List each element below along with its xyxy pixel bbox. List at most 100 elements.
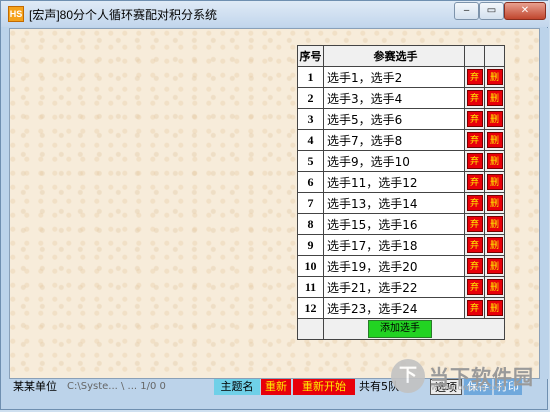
forfeit-button[interactable]: 弃 bbox=[466, 300, 483, 316]
delete-button[interactable]: 删 bbox=[486, 69, 503, 85]
minimize-button[interactable]: ‒ bbox=[454, 2, 479, 20]
row-players[interactable]: 选手5，选手6 bbox=[323, 108, 465, 130]
delete-button[interactable]: 删 bbox=[486, 258, 503, 274]
delete-button[interactable]: 删 bbox=[486, 90, 503, 106]
forfeit-button[interactable]: 弃 bbox=[466, 111, 483, 127]
forfeit-button[interactable]: 弃 bbox=[466, 153, 483, 169]
column-header-forfeit bbox=[464, 45, 485, 67]
row-players[interactable]: 选手11，选手12 bbox=[323, 171, 465, 193]
row-players[interactable]: 选手21，选手22 bbox=[323, 276, 465, 298]
close-button[interactable]: ✕ bbox=[504, 2, 546, 20]
forfeit-button[interactable]: 弃 bbox=[466, 69, 483, 85]
column-header-number: 序号 bbox=[297, 45, 324, 67]
table-row: 1 选手1，选手2 弃删 bbox=[297, 66, 505, 88]
maximize-button[interactable]: ▭ bbox=[479, 2, 504, 20]
delete-cell: 删 bbox=[484, 213, 505, 235]
forfeit-button[interactable]: 弃 bbox=[466, 258, 483, 274]
table-row: 10 选手19，选手20 弃删 bbox=[297, 255, 505, 277]
players-table: 序号 参赛选手 1 选手1，选手2 弃删 2 选手3，选手4 弃删 3 选手5，选手6 弃删 4 选… bbox=[297, 45, 505, 340]
delete-cell: 删 bbox=[484, 297, 505, 319]
row-number: 12 bbox=[297, 297, 324, 319]
delete-button[interactable]: 删 bbox=[486, 300, 503, 316]
right-edge bbox=[541, 28, 549, 379]
table-row: 11 选手21，选手22 弃删 bbox=[297, 276, 505, 298]
table-row: 3 选手5，选手6 弃删 bbox=[297, 108, 505, 130]
delete-button[interactable]: 删 bbox=[486, 174, 503, 190]
row-players[interactable]: 选手1，选手2 bbox=[323, 66, 465, 88]
forfeit-button[interactable]: 弃 bbox=[466, 132, 483, 148]
row-players[interactable]: 选手9，选手10 bbox=[323, 150, 465, 172]
delete-button[interactable]: 删 bbox=[486, 132, 503, 148]
delete-cell: 删 bbox=[484, 87, 505, 109]
row-players[interactable]: 选手3，选手4 bbox=[323, 87, 465, 109]
row-players[interactable]: 选手15，选手16 bbox=[323, 213, 465, 235]
forfeit-cell: 弃 bbox=[464, 213, 485, 235]
file-path: C:\Syste... \ ... 1/0 0 bbox=[67, 381, 166, 392]
row-number: 2 bbox=[297, 87, 324, 109]
forfeit-button[interactable]: 弃 bbox=[466, 195, 483, 211]
add-row-cell: 添加选手 bbox=[323, 318, 505, 340]
row-number: 11 bbox=[297, 276, 324, 298]
row-players[interactable]: 选手17，选手18 bbox=[323, 234, 465, 256]
table-row: 4 选手7，选手8 弃删 bbox=[297, 129, 505, 151]
table-row: 8 选手15，选手16 弃删 bbox=[297, 213, 505, 235]
row-players[interactable]: 选手13，选手14 bbox=[323, 192, 465, 214]
forfeit-button[interactable]: 弃 bbox=[466, 216, 483, 232]
forfeit-cell: 弃 bbox=[464, 108, 485, 130]
delete-button[interactable]: 删 bbox=[486, 279, 503, 295]
reset-button[interactable]: 重新 bbox=[261, 379, 291, 395]
forfeit-cell: 弃 bbox=[464, 150, 485, 172]
forfeit-cell: 弃 bbox=[464, 129, 485, 151]
watermark-url: www.downxia.com bbox=[431, 383, 506, 392]
restart-button[interactable]: 重新开始 bbox=[293, 379, 355, 395]
row-players[interactable]: 选手23，选手24 bbox=[323, 297, 465, 319]
delete-button[interactable]: 删 bbox=[486, 216, 503, 232]
delete-cell: 删 bbox=[484, 171, 505, 193]
app-window: HS [宏声]80分个人循环赛配对积分系统 ‒ ▭ ✕ 序号 参赛选手 1 选手1… bbox=[0, 0, 549, 410]
forfeit-button[interactable]: 弃 bbox=[466, 279, 483, 295]
delete-cell: 删 bbox=[484, 192, 505, 214]
watermark-logo-icon: 下 bbox=[391, 359, 425, 393]
table-row: 7 选手13，选手14 弃删 bbox=[297, 192, 505, 214]
column-header-delete bbox=[484, 45, 505, 67]
delete-cell: 删 bbox=[484, 108, 505, 130]
delete-cell: 删 bbox=[484, 276, 505, 298]
row-players[interactable]: 选手7，选手8 bbox=[323, 129, 465, 151]
forfeit-cell: 弃 bbox=[464, 297, 485, 319]
forfeit-cell: 弃 bbox=[464, 66, 485, 88]
table-row: 6 选手11，选手12 弃删 bbox=[297, 171, 505, 193]
delete-button[interactable]: 删 bbox=[486, 195, 503, 211]
column-header-players: 参赛选手 bbox=[323, 45, 465, 67]
delete-cell: 删 bbox=[484, 66, 505, 88]
unit-name: 某某单位 bbox=[13, 380, 57, 393]
forfeit-cell: 弃 bbox=[464, 87, 485, 109]
table-row: 5 选手9，选手10 弃删 bbox=[297, 150, 505, 172]
row-number: 3 bbox=[297, 108, 324, 130]
title-bar[interactable]: HS [宏声]80分个人循环赛配对积分系统 ‒ ▭ ✕ bbox=[1, 1, 549, 27]
delete-button[interactable]: 删 bbox=[486, 153, 503, 169]
row-players[interactable]: 选手19，选手20 bbox=[323, 255, 465, 277]
row-number: 4 bbox=[297, 129, 324, 151]
forfeit-cell: 弃 bbox=[464, 171, 485, 193]
main-panel: 序号 参赛选手 1 选手1，选手2 弃删 2 选手3，选手4 弃删 3 选手5，选手6 弃删 4 选… bbox=[9, 28, 540, 379]
delete-cell: 删 bbox=[484, 255, 505, 277]
forfeit-button[interactable]: 弃 bbox=[466, 237, 483, 253]
forfeit-cell: 弃 bbox=[464, 276, 485, 298]
row-number: 10 bbox=[297, 255, 324, 277]
row-number: 8 bbox=[297, 213, 324, 235]
table-row: 2 选手3，选手4 弃删 bbox=[297, 87, 505, 109]
delete-cell: 删 bbox=[484, 150, 505, 172]
window-title: [宏声]80分个人循环赛配对积分系统 bbox=[29, 8, 218, 22]
delete-cell: 删 bbox=[484, 129, 505, 151]
forfeit-button[interactable]: 弃 bbox=[466, 174, 483, 190]
watermark: 下 当下软件园 www.downxia.com bbox=[391, 359, 541, 393]
topic-button[interactable]: 主题名 bbox=[214, 379, 260, 395]
delete-button[interactable]: 删 bbox=[486, 237, 503, 253]
forfeit-button[interactable]: 弃 bbox=[466, 90, 483, 106]
delete-cell: 删 bbox=[484, 234, 505, 256]
forfeit-cell: 弃 bbox=[464, 192, 485, 214]
add-player-button[interactable]: 添加选手 bbox=[368, 320, 432, 338]
row-number: 1 bbox=[297, 66, 324, 88]
row-number: 5 bbox=[297, 150, 324, 172]
delete-button[interactable]: 删 bbox=[486, 111, 503, 127]
